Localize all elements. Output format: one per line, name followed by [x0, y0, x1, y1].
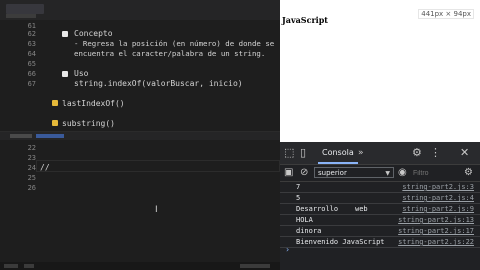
console-message-text: Bienvenido JavaScript — [296, 238, 385, 246]
console-settings-gear-icon[interactable]: ⚙ — [464, 167, 473, 179]
bullet-icon — [52, 100, 58, 106]
console-message: 5 string-part2.js:4 — [280, 193, 480, 204]
context-selector-value: superior — [318, 169, 347, 177]
line-number: 61 — [27, 22, 36, 30]
bullet-icon — [52, 120, 58, 126]
gear-icon[interactable]: ⚙ — [412, 147, 422, 159]
console-source-link[interactable]: string-part2.js:13 — [398, 216, 474, 224]
line-number: 23 — [27, 154, 36, 162]
console-message-text: dinora — [296, 227, 322, 235]
checkbox-icon[interactable] — [62, 71, 68, 77]
markdown-editor-pane[interactable]: 61 62 Concepto 63 - Regresa la posición … — [0, 20, 280, 132]
browser-viewport: JavaScript 441px × 94px — [280, 0, 480, 142]
code-editor: 61 62 Concepto 63 - Regresa la posición … — [0, 0, 280, 270]
code-line: encuentra el caracter/palabra de un stri… — [74, 49, 266, 58]
code-line: Concepto — [74, 29, 113, 38]
console-message-text: 5 — [296, 194, 301, 202]
console-source-link[interactable]: string-part2.js:9 — [402, 205, 474, 213]
console-source-link[interactable]: string-part2.js:17 — [398, 227, 474, 235]
console-message: Desarrollo web string-part2.js:9 — [280, 204, 480, 215]
filter-input[interactable] — [410, 167, 461, 180]
text-cursor-icon: I — [155, 205, 158, 215]
console-message: HOLA string-part2.js:13 — [280, 215, 480, 226]
console-message-text: 7 — [296, 183, 301, 191]
console-source-link[interactable]: string-part2.js:4 — [402, 194, 474, 202]
breadcrumb — [6, 14, 36, 18]
status-bar — [0, 262, 280, 270]
sidebar-toggle-icon[interactable]: ▣ — [284, 167, 293, 179]
line-number: 25 — [27, 174, 36, 182]
line-number: 24 — [27, 164, 36, 172]
line-number: 64 — [27, 50, 36, 58]
console-source-link[interactable]: string-part2.js:3 — [402, 183, 474, 191]
editor-tab[interactable] — [10, 134, 32, 138]
editor-tab-active[interactable] — [36, 134, 64, 138]
section-heading: substring() — [62, 119, 115, 128]
console-message: Bienvenido JavaScript string-part2.js:22 — [280, 237, 480, 248]
tab-console[interactable]: Consola — [318, 142, 358, 164]
checkbox-icon[interactable] — [62, 31, 68, 37]
current-line-highlight — [36, 160, 280, 172]
devtools-tab-bar: ⬚ ▯ Consola » ⚙ ⋮ ✕ — [280, 142, 480, 165]
clear-console-icon[interactable]: ⊘ — [300, 167, 308, 179]
code-line: - Regresa la posición (en número) de don… — [74, 39, 275, 48]
js-editor-pane[interactable]: 22 23 24 // 25 26 — [0, 140, 280, 262]
line-number: 65 — [27, 60, 36, 68]
editor-tab[interactable] — [6, 4, 44, 14]
console-message-text: Desarrollo web — [296, 205, 368, 213]
editor-tab-bar — [0, 0, 280, 20]
more-tabs-icon[interactable]: » — [358, 147, 364, 159]
context-selector[interactable]: superior ▼ — [314, 167, 394, 178]
console-toolbar: ▣ ⊘ superior ▼ ◉ ⚙ — [280, 165, 480, 182]
eye-icon[interactable]: ◉ — [398, 167, 407, 179]
console-message-text: HOLA — [296, 216, 313, 224]
code-line: string.indexOf(valorBuscar, inicio) — [74, 79, 243, 88]
device-toolbar-icon[interactable]: ▯ — [300, 147, 306, 159]
code-line: Uso — [74, 69, 89, 78]
console-message: dinora string-part2.js:17 — [280, 226, 480, 237]
more-options-icon[interactable]: ⋮ — [430, 147, 441, 159]
line-number: 66 — [27, 70, 36, 78]
chevron-down-icon: ▼ — [385, 170, 390, 177]
line-number: 22 — [27, 144, 36, 152]
editor-tab-bar-bottom — [0, 132, 280, 140]
section-heading: lastIndexOf() — [62, 99, 125, 108]
console-source-link[interactable]: string-part2.js:22 — [398, 238, 474, 246]
page-heading: JavaScript — [282, 15, 328, 25]
devtools-panel: ⬚ ▯ Consola » ⚙ ⋮ ✕ ▣ ⊘ superior ▼ ◉ ⚙ 7… — [280, 142, 480, 270]
inspect-element-icon[interactable]: ⬚ — [284, 147, 294, 159]
line-number: 63 — [27, 40, 36, 48]
close-icon[interactable]: ✕ — [460, 147, 469, 159]
line-number: 26 — [27, 184, 36, 192]
console-message: 7 string-part2.js:3 — [280, 182, 480, 193]
line-number: 62 — [27, 30, 36, 38]
line-number: 67 — [27, 80, 36, 88]
console-prompt[interactable]: › — [286, 245, 289, 254]
viewport-size-badge: 441px × 94px — [418, 9, 474, 19]
